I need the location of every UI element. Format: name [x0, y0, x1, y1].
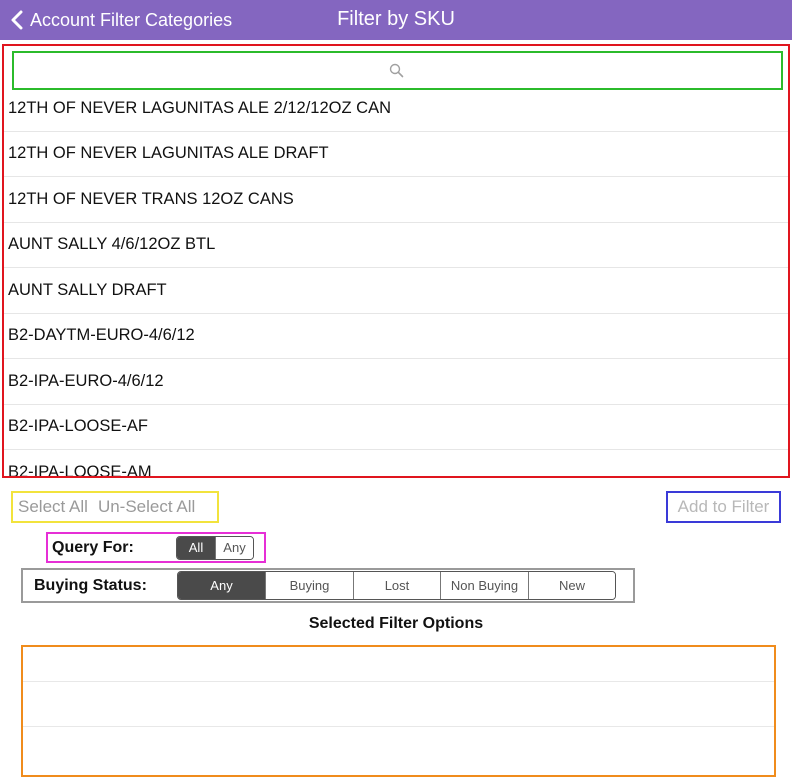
query-for-control: Query For: All Any: [46, 532, 266, 563]
buying-option-new[interactable]: New: [528, 572, 615, 599]
query-for-segmented-control: All Any: [176, 535, 254, 560]
buying-status-segmented-control: Any Buying Lost Non Buying New: [177, 571, 616, 600]
navigation-bar: Account Filter Categories Filter by SKU: [0, 0, 792, 40]
sku-list-item[interactable]: AUNT SALLY DRAFT: [4, 268, 788, 314]
buying-option-buying[interactable]: Buying: [265, 572, 353, 599]
buying-option-lost[interactable]: Lost: [353, 572, 440, 599]
add-to-filter-container: Add to Filter: [666, 491, 781, 523]
sku-list-item[interactable]: 12TH OF NEVER LAGUNITAS ALE DRAFT: [4, 132, 788, 177]
buying-status-control: Buying Status: Any Buying Lost Non Buyin…: [21, 568, 635, 603]
sku-list-item[interactable]: B2-IPA-LOOSE-AF: [4, 405, 788, 450]
list-divider: [23, 726, 774, 727]
sku-list-item[interactable]: B2-IPA-EURO-4/6/12: [4, 359, 788, 405]
query-option-all[interactable]: All: [177, 536, 215, 559]
page-title: Filter by SKU: [337, 8, 455, 30]
sku-list-item[interactable]: B2-DAYTM-EURO-4/6/12: [4, 314, 788, 359]
buying-option-any[interactable]: Any: [178, 572, 265, 599]
sku-list: 12TH OF NEVER LAGUNITAS ALE 2/12/12OZ CA…: [4, 86, 788, 476]
buying-status-label: Buying Status:: [34, 576, 147, 594]
selected-filter-options-title: Selected Filter Options: [308, 615, 484, 632]
selection-controls: Select All Un-Select All: [11, 491, 219, 523]
sku-list-item[interactable]: B2-IPA-LOOSE-AM: [4, 450, 788, 476]
query-for-label: Query For:: [52, 538, 134, 556]
add-to-filter-button[interactable]: Add to Filter: [678, 497, 770, 517]
sku-list-item[interactable]: AUNT SALLY 4/6/12OZ BTL: [4, 223, 788, 268]
unselect-all-button[interactable]: Un-Select All: [98, 497, 195, 517]
sku-list-item[interactable]: 12TH OF NEVER LAGUNITAS ALE 2/12/12OZ CA…: [4, 86, 788, 132]
sku-list-panel: 12TH OF NEVER LAGUNITAS ALE 2/12/12OZ CA…: [2, 44, 790, 478]
list-divider: [23, 681, 774, 682]
selected-filter-options-list: [21, 645, 776, 777]
select-all-button[interactable]: Select All: [18, 497, 88, 517]
query-option-any[interactable]: Any: [215, 536, 253, 559]
search-bar[interactable]: [12, 51, 783, 90]
buying-option-non-buying[interactable]: Non Buying: [440, 572, 528, 599]
sku-list-item[interactable]: 12TH OF NEVER TRANS 12OZ CANS: [4, 177, 788, 223]
search-input[interactable]: [14, 53, 781, 88]
